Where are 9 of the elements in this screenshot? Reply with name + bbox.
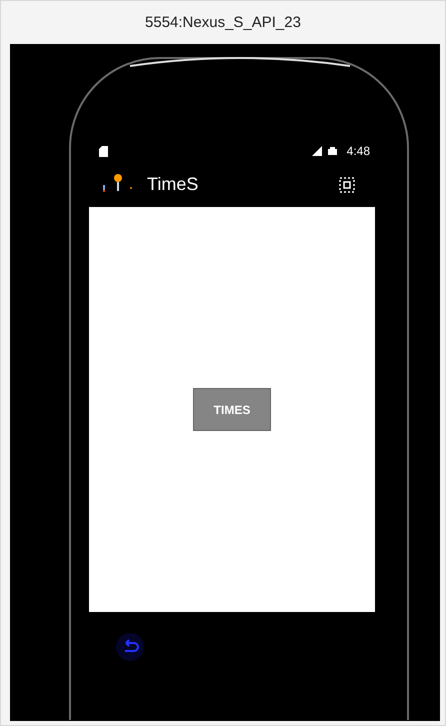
- signal-icon: [312, 146, 322, 156]
- status-time: 4:48: [346, 144, 370, 158]
- window-title: 5554:Nexus_S_API_23: [145, 14, 301, 31]
- battery-icon: [328, 147, 337, 155]
- back-icon[interactable]: [115, 632, 145, 662]
- app-title: TimeS: [147, 174, 198, 195]
- screenshot-icon[interactable]: [339, 176, 355, 192]
- times-button[interactable]: TIMES: [193, 388, 271, 431]
- sim-card-icon: [99, 146, 108, 156]
